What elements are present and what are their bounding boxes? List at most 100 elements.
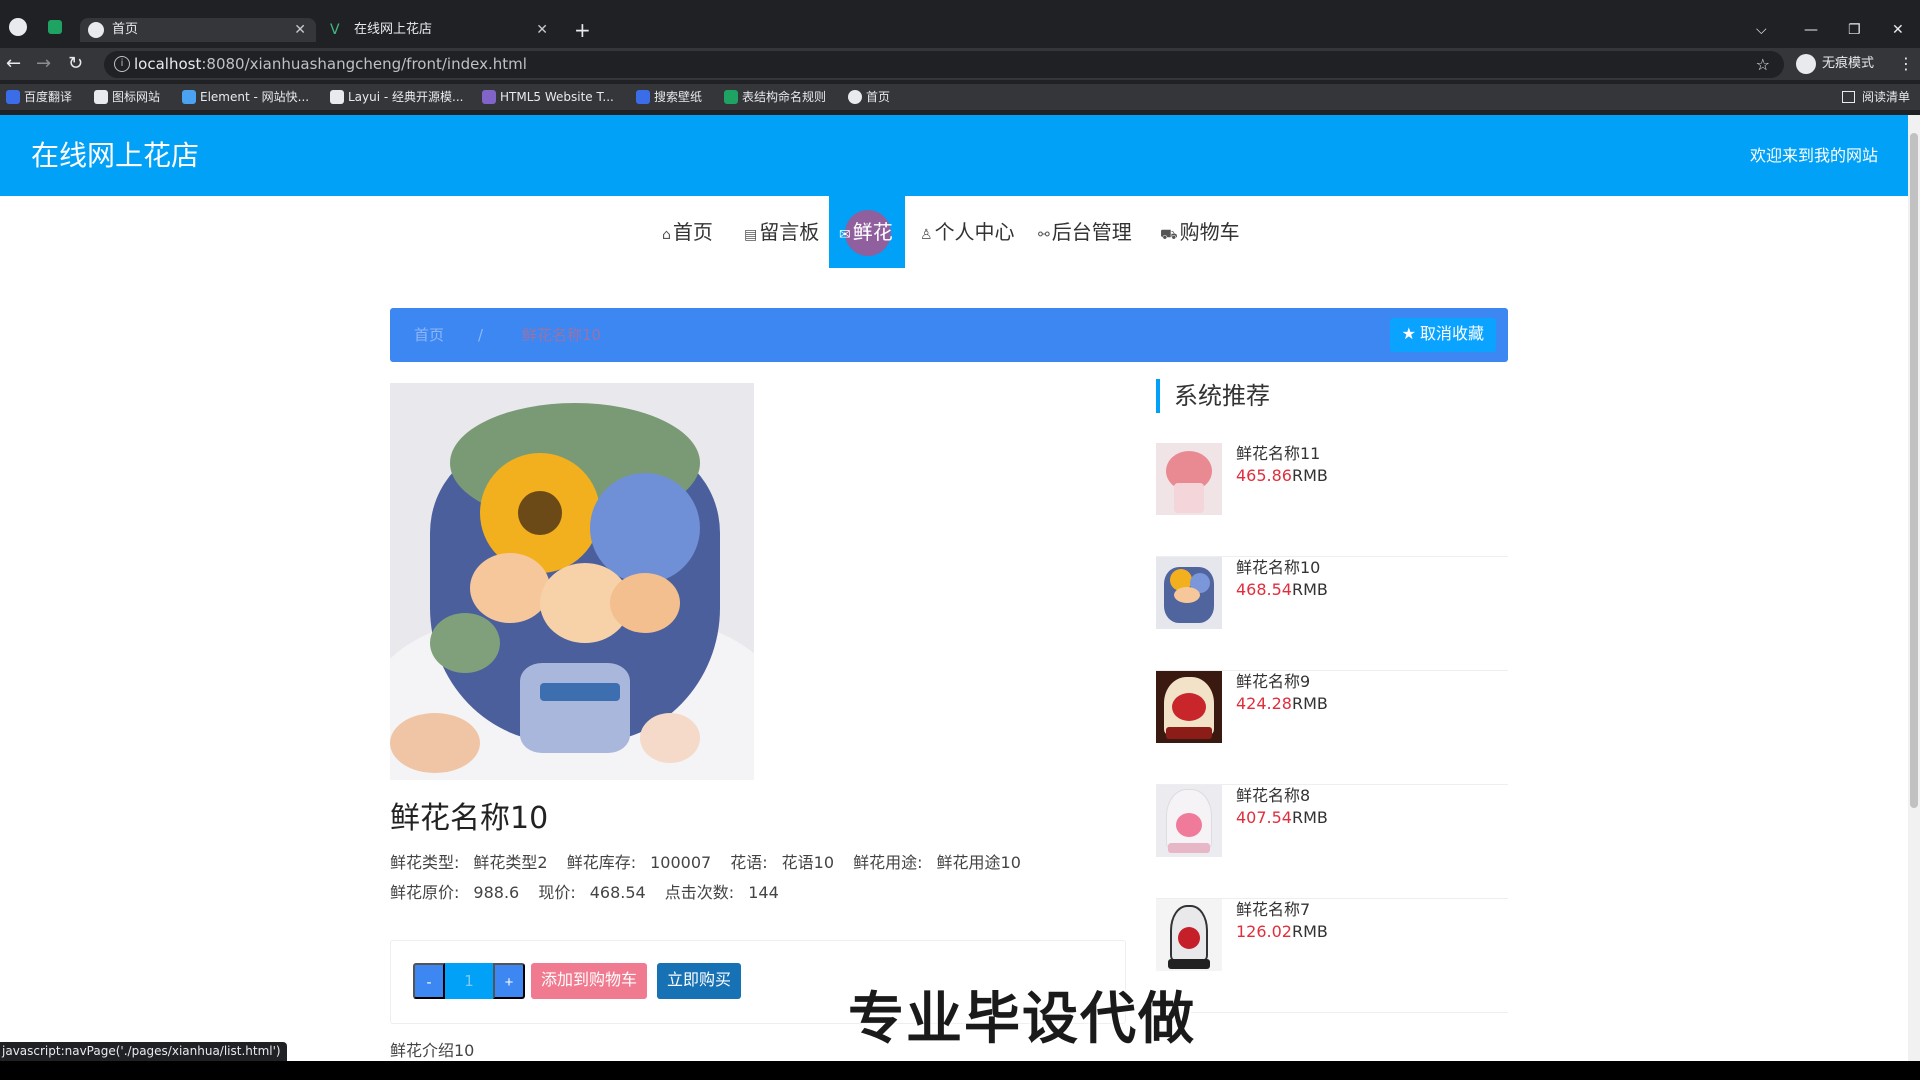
vue-logo-icon: V (330, 22, 340, 38)
recommend-item[interactable]: 鲜花名称11 465.86RMB (1156, 443, 1508, 557)
stock-label: 鲜花库存: (566, 853, 637, 872)
main-nav: ⌂ 首页 ▤ 留言板 ✉ 鲜花 ☝ ♙ 个人中心 ⚯ 后台管理 ⛟ 购物车 (0, 196, 1908, 268)
recommend-name[interactable]: 鲜花名称10 (1236, 557, 1320, 579)
address-bar[interactable]: i localhost:8080/xianhuashangcheng/front… (104, 51, 1784, 78)
pinned-tab-icon[interactable] (48, 20, 62, 34)
link-icon: ⚯ (1038, 227, 1050, 243)
bookmark-favicon-icon (330, 90, 344, 104)
tab-home[interactable]: 首页 ✕ (80, 18, 316, 42)
close-icon[interactable]: ✕ (294, 18, 306, 42)
recommend-item[interactable]: 鲜花名称9 424.28RMB (1156, 671, 1508, 785)
scrollbar-thumb[interactable] (1910, 133, 1918, 808)
reload-icon[interactable]: ↻ (68, 52, 83, 76)
nav-home[interactable]: ⌂ 首页 (662, 196, 713, 268)
nav-flowers[interactable]: ✉ 鲜花 ☝ (829, 196, 905, 268)
bookmark-favicon-icon (182, 90, 196, 104)
reading-list[interactable]: 阅读清单 (1841, 84, 1910, 110)
recommend-price: 126.02RMB (1236, 922, 1328, 941)
recommend-thumbnail[interactable] (1156, 671, 1222, 743)
product-specs-row-2: 鲜花原价: 988.6 现价: 468.54 点击次数: 144 (390, 881, 793, 905)
product-intro: 鲜花介绍10 (390, 1041, 475, 1060)
bookmark-item[interactable]: 表结构命名规则 (724, 84, 826, 110)
bookmark-item[interactable]: 图标网站 (94, 84, 160, 110)
bookmark-item[interactable]: HTML5 Website T... (482, 84, 614, 110)
unfavorite-button[interactable]: ★ 取消收藏 (1389, 318, 1496, 352)
quantity-stepper: - + (413, 963, 525, 999)
nav-user-center[interactable]: ♙ 个人中心 (920, 196, 1015, 268)
recommend-price: 465.86RMB (1236, 466, 1328, 485)
bookmark-favicon-icon (636, 90, 650, 104)
add-to-cart-button[interactable]: 添加到购物车 (531, 963, 648, 999)
product-image (390, 383, 754, 780)
recommend-item[interactable]: 鲜花名称10 468.54RMB (1156, 557, 1508, 671)
stock-value: 100007 (650, 853, 712, 872)
recommend-thumbnail[interactable] (1156, 899, 1222, 971)
nav-admin[interactable]: ⚯ 后台管理 (1038, 196, 1132, 268)
usage-label: 鲜花用途: (853, 853, 923, 872)
original-price-value: 988.6 (473, 883, 520, 902)
bookmarks-bar: 百度翻译 图标网站 Element - 网站快... Layui - 经典开源模… (0, 84, 1920, 110)
site-header: 在线网上花店 欢迎来到我的网站 (0, 115, 1908, 196)
increase-quantity-button[interactable]: + (493, 963, 525, 999)
bookmark-star-icon[interactable]: ☆ (1756, 51, 1770, 78)
recommend-thumbnail[interactable] (1156, 557, 1222, 629)
current-price-label: 现价: (538, 883, 576, 902)
recommend-thumbnail[interactable] (1156, 785, 1222, 857)
tab-search-icon[interactable]: ⌵ (1756, 18, 1767, 42)
product-title: 鲜花名称10 (390, 801, 549, 836)
bookmark-item[interactable]: Layui - 经典开源模... (330, 84, 463, 110)
recommend-thumbnail[interactable] (1156, 443, 1222, 515)
type-label: 鲜花类型: (390, 853, 460, 872)
breadcrumb-separator: / (478, 326, 484, 344)
type-value: 鲜花类型2 (473, 853, 548, 872)
hand-cursor-icon: ☝ (859, 220, 870, 241)
recommend-price: 468.54RMB (1236, 580, 1328, 599)
info-icon[interactable]: i (114, 56, 130, 72)
recommend-name[interactable]: 鲜花名称11 (1236, 443, 1320, 465)
breadcrumb-current: 鲜花名称10 (522, 326, 602, 344)
tab-title: 在线网上花店 (354, 22, 433, 37)
message-board-icon: ▤ (744, 227, 758, 243)
reading-list-icon (1841, 91, 1855, 103)
restore-icon[interactable]: ❐ (1848, 18, 1861, 42)
bookmark-item[interactable]: 百度翻译 (6, 84, 72, 110)
nav-message-board[interactable]: ▤ 留言板 (744, 196, 819, 268)
quantity-input[interactable] (445, 963, 493, 999)
more-menu-icon[interactable]: ⋮ (1898, 52, 1914, 76)
current-price-value: 468.54 (589, 883, 646, 902)
breadcrumb: 首页 / 鲜花名称10 ★ 取消收藏 (390, 308, 1508, 362)
recommend-item[interactable]: 鲜花名称7 126.02RMB (1156, 899, 1508, 1013)
new-tab-button[interactable]: + (574, 18, 591, 42)
bookmark-favicon-icon (6, 90, 20, 104)
recommend-price: 424.28RMB (1236, 694, 1328, 713)
home-icon: ⌂ (662, 227, 671, 243)
url-text[interactable]: localhost:8080/xianhuashangcheng/front/i… (134, 51, 527, 78)
close-icon[interactable]: ✕ (536, 18, 548, 42)
minimize-icon[interactable]: — (1804, 18, 1818, 42)
bookmark-item[interactable]: 搜索壁纸 (636, 84, 702, 110)
buy-now-button[interactable]: 立即购买 (657, 963, 742, 999)
cart-icon: ⛟ (1160, 227, 1178, 243)
back-arrow-icon[interactable]: ← (6, 52, 21, 76)
status-bar-url: javascript:navPage('./pages/xianhua/list… (0, 1042, 287, 1061)
watermark-text: 专业毕设代做 (848, 987, 1196, 1052)
close-window-icon[interactable]: ✕ (1892, 18, 1904, 42)
breadcrumb-home[interactable]: 首页 (414, 308, 444, 362)
original-price-label: 鲜花原价: (390, 883, 460, 902)
recommend-item[interactable]: 鲜花名称8 407.54RMB (1156, 785, 1508, 899)
incognito-badge[interactable]: 无痕模式 (1796, 51, 1874, 77)
star-icon: ★ (1401, 326, 1416, 343)
tab-flower-shop[interactable]: V 在线网上花店 ✕ (322, 18, 558, 42)
bookmark-item[interactable]: Element - 网站快... (182, 84, 309, 110)
flower-language-label: 花语: (730, 853, 768, 872)
page-scrollbar[interactable] (1908, 115, 1920, 1061)
decrease-quantity-button[interactable]: - (413, 963, 445, 999)
recommend-name[interactable]: 鲜花名称9 (1236, 671, 1310, 693)
bookmark-favicon-icon (848, 90, 862, 104)
recommend-name[interactable]: 鲜花名称7 (1236, 899, 1310, 921)
nav-cart[interactable]: ⛟ 购物车 (1160, 196, 1240, 268)
clicks-value: 144 (748, 883, 779, 902)
forward-arrow-icon[interactable]: → (36, 52, 51, 76)
recommend-name[interactable]: 鲜花名称8 (1236, 785, 1310, 807)
bookmark-item[interactable]: 首页 (848, 84, 890, 110)
